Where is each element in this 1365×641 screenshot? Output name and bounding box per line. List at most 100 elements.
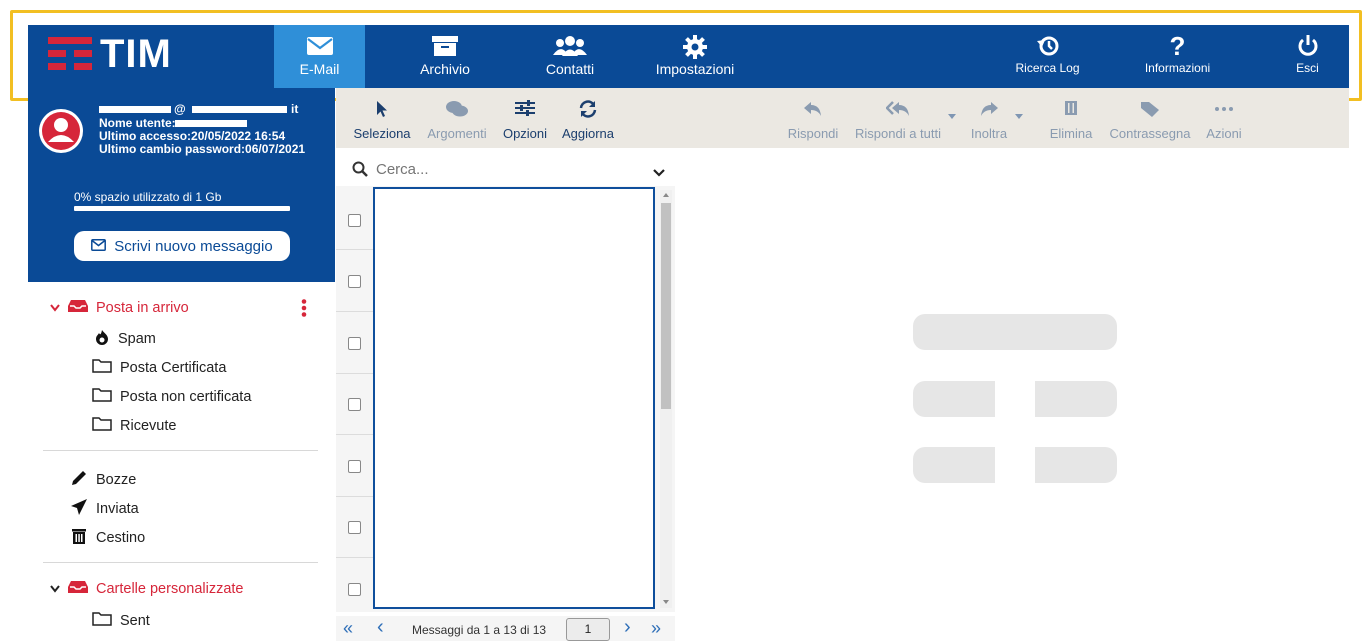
- message-checkbox[interactable]: [348, 337, 361, 350]
- search-input[interactable]: [376, 159, 636, 179]
- next-page-icon[interactable]: ›: [624, 616, 631, 639]
- folder-uncertified[interactable]: Posta non certificata: [92, 387, 251, 406]
- row-divider: [336, 557, 373, 558]
- envelope-icon: [91, 238, 107, 255]
- chevron-down-icon[interactable]: [50, 581, 60, 597]
- folder-custom-sent[interactable]: Sent: [92, 611, 150, 630]
- toolbar-label: Azioni: [1206, 126, 1242, 141]
- toolbar-label: Aggiorna: [561, 126, 615, 141]
- more-vertical-icon[interactable]: [301, 299, 307, 322]
- message-list[interactable]: [373, 187, 655, 609]
- message-checkbox[interactable]: [348, 214, 361, 227]
- folder-divider: [43, 450, 318, 451]
- options-button[interactable]: Opzioni: [498, 88, 552, 148]
- folder-inbox[interactable]: Posta in arrivo: [50, 299, 189, 317]
- first-page-icon[interactable]: «: [343, 618, 353, 639]
- avatar-icon[interactable]: [38, 108, 84, 159]
- row-divider: [336, 373, 373, 374]
- folder-label: Spam: [118, 331, 156, 347]
- folder-icon: [92, 387, 112, 406]
- row-divider: [336, 249, 373, 250]
- message-checkbox[interactable]: [348, 275, 361, 288]
- folder-drafts[interactable]: Bozze: [70, 469, 136, 491]
- redacted-username: [99, 106, 171, 113]
- inbox-tray-icon: [68, 299, 88, 317]
- forward-arrow-icon: [963, 100, 1015, 118]
- chevron-down-icon[interactable]: [653, 164, 665, 182]
- reply-button[interactable]: Rispondi: [783, 88, 843, 148]
- reply-all-dropdown-icon[interactable]: [948, 114, 956, 119]
- forward-button[interactable]: Inoltra: [963, 88, 1015, 148]
- message-preview-pane: [676, 150, 1349, 641]
- refresh-button[interactable]: Aggiorna: [558, 88, 618, 148]
- delete-icon: [1045, 100, 1097, 118]
- delete-button[interactable]: Elimina: [1045, 88, 1097, 148]
- folder-custom[interactable]: Cartelle personalizzate: [50, 580, 244, 598]
- folder-sent[interactable]: Inviata: [70, 498, 139, 520]
- compose-button[interactable]: Scrivi nuovo messaggio: [74, 231, 290, 261]
- folder-icon: [92, 416, 112, 435]
- more-horizontal-icon: [1200, 100, 1248, 118]
- paper-plane-icon: [70, 498, 88, 520]
- forward-dropdown-icon[interactable]: [1015, 114, 1023, 119]
- row-divider: [336, 311, 373, 312]
- folder-icon: [92, 358, 112, 377]
- flame-icon: [94, 329, 110, 349]
- email-domain-suffix: it: [291, 102, 299, 116]
- toolbar-label: Contrassegna: [1109, 126, 1191, 141]
- toolbar-label: Inoltra: [970, 126, 1008, 141]
- storage-progress-bar: [74, 206, 290, 211]
- folder-label: Posta non certificata: [120, 388, 252, 405]
- message-checkbox[interactable]: [348, 398, 361, 411]
- folder-certified[interactable]: Posta Certificata: [92, 358, 226, 377]
- flag-button[interactable]: Contrassegna: [1104, 88, 1196, 148]
- page-number-input[interactable]: 1: [566, 618, 610, 641]
- scrollbar-thumb[interactable]: [661, 203, 671, 409]
- topics-button[interactable]: Argomenti: [422, 88, 492, 148]
- reply-all-button[interactable]: Rispondi a tutti: [850, 88, 946, 148]
- folder-received[interactable]: Ricevute: [92, 416, 176, 435]
- redacted-domain: [192, 106, 287, 113]
- folder-label: Ricevute: [120, 417, 177, 434]
- sliders-icon: [498, 100, 552, 118]
- tag-icon: [1104, 100, 1196, 118]
- chevron-down-icon[interactable]: [50, 300, 60, 316]
- select-button[interactable]: Seleziona: [350, 88, 414, 148]
- trash-icon: [70, 527, 88, 549]
- storage-usage-text: 0% spazio utilizzato di 1 Gb: [74, 190, 222, 204]
- toolbar-label: Rispondi: [787, 126, 839, 141]
- folder-spam[interactable]: Spam: [94, 329, 156, 349]
- message-checkbox[interactable]: [348, 460, 361, 473]
- folder-label: Posta Certificata: [120, 359, 227, 376]
- email-at-sign: @: [174, 102, 186, 116]
- folder-label: Cestino: [96, 530, 146, 546]
- folder-label: Sent: [120, 612, 150, 629]
- folder-label: Inviata: [96, 501, 139, 517]
- message-checkbox[interactable]: [348, 521, 361, 534]
- search-icon[interactable]: [352, 161, 368, 182]
- inbox-tray-icon: [68, 580, 88, 598]
- folder-label: Posta in arrivo: [96, 300, 189, 316]
- refresh-icon: [558, 100, 618, 118]
- pencil-icon: [70, 469, 88, 491]
- prev-page-icon[interactable]: ‹: [377, 616, 384, 639]
- scroll-down-arrow-icon[interactable]: [663, 600, 669, 604]
- pagination-summary: Messaggi da 1 a 13 di 13: [412, 623, 547, 637]
- folder-trash[interactable]: Cestino: [70, 527, 145, 549]
- toolbar-label: Opzioni: [502, 126, 548, 141]
- last-password-change-text: Ultimo cambio password:06/07/2021: [99, 142, 306, 156]
- row-divider: [336, 434, 373, 435]
- message-checkbox[interactable]: [348, 583, 361, 596]
- toolbar-label: Rispondi a tutti: [855, 126, 941, 141]
- actions-button[interactable]: Azioni: [1200, 88, 1248, 148]
- folder-label: Cartelle personalizzate: [96, 581, 244, 597]
- row-divider: [336, 496, 373, 497]
- folder-divider: [43, 562, 318, 563]
- reply-arrow-icon: [783, 100, 843, 118]
- cursor-arrow-icon: [350, 100, 414, 118]
- chat-bubbles-icon: [422, 100, 492, 118]
- scroll-up-arrow-icon[interactable]: [663, 193, 669, 197]
- last-page-icon[interactable]: »: [651, 618, 661, 639]
- compose-label: Scrivi nuovo messaggio: [114, 237, 273, 255]
- toolbar-label: Elimina: [1049, 126, 1093, 141]
